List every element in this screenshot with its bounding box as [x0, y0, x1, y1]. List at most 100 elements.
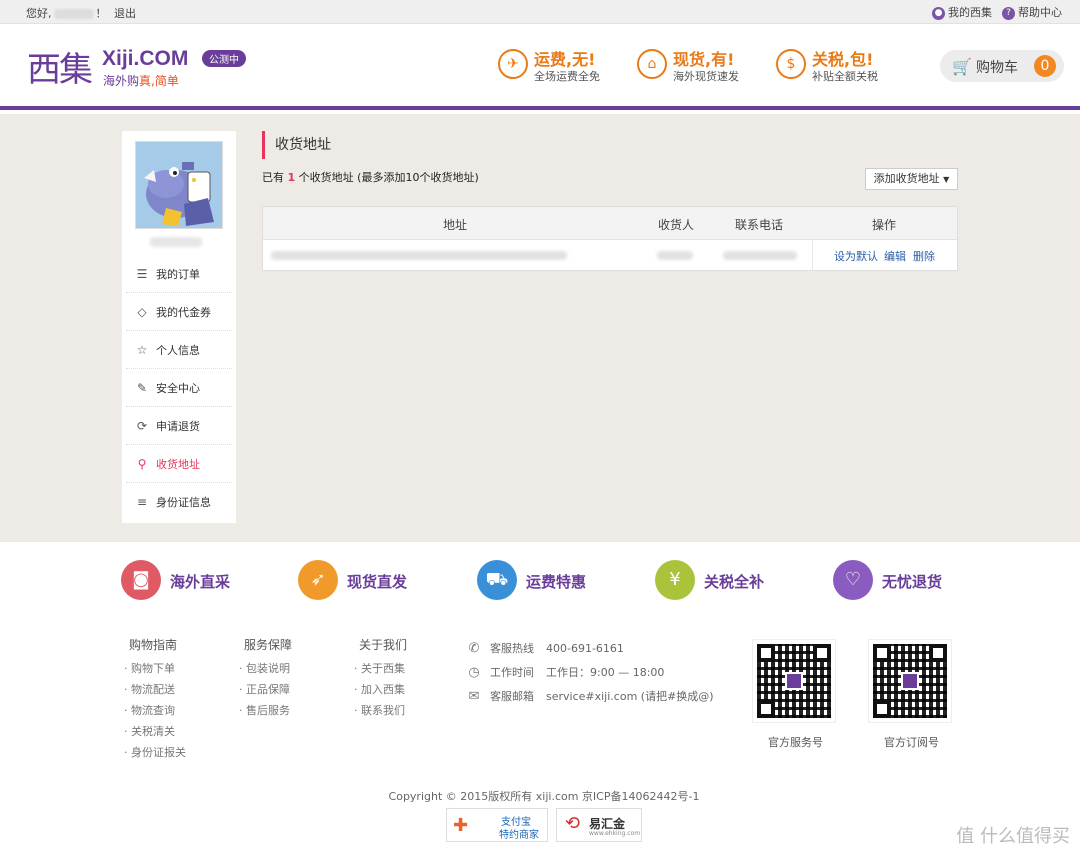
address-count-line: 已有 1 个收货地址 (最多添加10个收货地址)	[262, 169, 479, 185]
row-actions: 设为默认 编辑 删除	[812, 240, 958, 270]
edit-link[interactable]: 编辑	[884, 248, 906, 264]
money-icon: $	[776, 49, 806, 79]
sidebar-item-coupons[interactable]: ◇ 我的代金券	[126, 293, 232, 331]
delete-link[interactable]: 删除	[913, 248, 935, 264]
plane-icon: ✈	[498, 49, 528, 79]
help-center-link[interactable]: ? 帮助中心	[1002, 4, 1062, 20]
top-bar: 您好, ！ 退出 ● 我的西集 ? 帮助中心	[0, 0, 1080, 24]
footer-link[interactable]: 身份证报关	[124, 744, 186, 765]
promo-title: 现货,有!	[673, 50, 735, 69]
my-xiji-link[interactable]: ● 我的西集	[932, 4, 992, 20]
sidebar-item-label: 安全中心	[156, 381, 200, 395]
feature-label: 运费特惠	[526, 573, 587, 591]
page-title: 收货地址	[262, 131, 331, 159]
footer-link[interactable]: 加入西集	[354, 681, 407, 702]
footer-link[interactable]: 物流查询	[124, 702, 186, 723]
edit-icon: ✎	[136, 380, 148, 395]
sidebar-item-profile[interactable]: ☆ 个人信息	[126, 331, 232, 369]
footer-column-title: 关于我们	[359, 638, 408, 652]
feature-label: 现货直发	[347, 573, 408, 591]
footer-link[interactable]: 联系我们	[354, 702, 407, 723]
site-header: 西集 Xiji.COM 公测中 海外购真,简单 ✈ 运费,无! 全场运费全免 ⌂…	[0, 24, 1080, 110]
sidebar-item-label: 个人信息	[156, 343, 200, 357]
feature-label: 海外直采	[170, 573, 231, 591]
logo-english: Xiji.COM	[102, 47, 189, 70]
logout-link[interactable]: 退出	[114, 7, 136, 20]
column-header-recipient: 收货人	[658, 218, 695, 232]
footer-column-title: 购物指南	[129, 638, 178, 652]
add-address-button[interactable]: 添加收货地址 ▼	[865, 168, 958, 190]
footer-features: ◙ 海外直采 ➶ 现货直发 ⛟ 运费特惠 ¥ 关税全补 ♡ 无忧退货	[0, 560, 1080, 610]
footer-column-shopping-guide: 购物指南 购物下单 物流配送 物流查询 关税清关 身份证报关	[124, 636, 186, 765]
qr-corner	[757, 644, 775, 662]
footer-link[interactable]: 包装说明	[239, 660, 292, 681]
copyright-text: Copyright © 2015版权所有 xiji.com 京ICP备14062…	[388, 790, 700, 803]
greeting-text: 您好,	[26, 7, 52, 20]
slogan-prefix: 海外购	[103, 74, 140, 88]
sidebar-item-security[interactable]: ✎ 安全中心	[126, 369, 232, 407]
greeting-end: ！	[95, 7, 107, 20]
add-address-label: 添加收货地址	[873, 172, 940, 185]
sidebar-item-orders[interactable]: ☰ 我的订单	[126, 255, 232, 293]
cart-icon: 🛒	[952, 57, 972, 76]
contact-label: 工作时间	[490, 666, 534, 679]
sidebar-item-returns[interactable]: ⟳ 申请退货	[126, 407, 232, 445]
sidebar-item-id-card[interactable]: ≡ 身份证信息	[126, 483, 232, 521]
alipay-badge-line2: 特约商家	[499, 830, 539, 841]
logo-chinese: 西集	[27, 50, 93, 90]
contact-value: 工作日：9:00 — 18:00	[546, 666, 665, 679]
ehking-badge-url: www.ehking.com	[589, 830, 641, 837]
qr-label-service: 官方服务号	[768, 736, 823, 749]
qr-corner	[929, 644, 947, 662]
username-redacted	[150, 237, 202, 247]
qr-corner	[873, 700, 891, 718]
qr-code-subscription	[869, 640, 951, 722]
rhino-mascot-image	[136, 142, 222, 228]
alipay-badge[interactable]: ✚ 支付宝 特约商家	[446, 808, 548, 842]
contact-hotline: ✆ 客服热线 400-691-6161	[464, 636, 714, 660]
column-header-phone: 联系电话	[735, 218, 784, 232]
footer-link[interactable]: 物流配送	[124, 681, 186, 702]
footer-link[interactable]: 售后服务	[239, 702, 292, 723]
ehking-badge[interactable]: ⟲ 易汇金 www.ehking.com	[556, 808, 642, 842]
contact-hours: ◷ 工作时间 工作日：9:00 — 18:00	[464, 660, 714, 684]
footer-link[interactable]: 关税清关	[124, 723, 186, 744]
footer-contact: ✆ 客服热线 400-691-6161 ◷ 工作时间 工作日：9:00 — 18…	[464, 636, 714, 708]
promo-in-stock: ⌂ 现货,有! 海外现货速发	[637, 46, 767, 86]
sidebar-menu: ☰ 我的订单 ◇ 我的代金券 ☆ 个人信息 ✎ 安全中心 ⟳ 申请退货 ⚲ 收货地址 ≡ 身份…	[126, 255, 232, 521]
feature-label: 关税全补	[704, 573, 765, 591]
promo-subtitle: 全场运费全免	[534, 70, 600, 83]
set-default-link[interactable]: 设为默认	[834, 248, 878, 264]
sidebar-item-addresses[interactable]: ⚲ 收货地址	[126, 445, 232, 483]
footer-link[interactable]: 购物下单	[124, 660, 186, 681]
sidebar-item-label: 身份证信息	[156, 496, 211, 509]
truck-icon: ⛟	[477, 560, 517, 600]
ehking-logo-icon: ⟲	[565, 813, 581, 834]
mail-icon: ✉	[468, 688, 480, 704]
contact-value: 400-691-6161	[546, 641, 624, 655]
gift-icon: ⌂	[637, 49, 667, 79]
promo-free-shipping: ✈ 运费,无! 全场运费全免	[498, 46, 628, 86]
user-icon: ●	[932, 6, 945, 20]
footer-link[interactable]: 关于西集	[354, 660, 407, 681]
greeting-area: 您好, ！ 退出	[26, 5, 136, 21]
contact-email: ✉ 客服邮箱 service#xiji.com (请把#换成@)	[464, 684, 714, 708]
puzzle-icon: ✚	[453, 815, 469, 836]
promo-subtitle: 补贴全额关税	[812, 70, 878, 83]
footer-link[interactable]: 正品保障	[239, 681, 292, 702]
phone-icon: ✆	[468, 640, 480, 656]
piggy-bank-icon: ¥	[655, 560, 695, 600]
sidebar-item-label: 收货地址	[156, 457, 200, 471]
help-icon: ?	[1002, 6, 1015, 20]
cart-button[interactable]: 🛒 购物车 0	[940, 50, 1064, 82]
recipient-redacted	[657, 251, 693, 260]
contact-value: service#xiji.com (请把#换成@)	[546, 690, 714, 703]
footer-column-service: 服务保障 包装说明 正品保障 售后服务	[239, 636, 292, 723]
logo-slogan: 海外购真,简单	[103, 72, 179, 89]
qr-logo	[901, 672, 919, 690]
count-prefix: 已有	[262, 171, 284, 184]
rocket-icon: ➶	[298, 560, 338, 600]
cart-count-badge: 0	[1034, 55, 1056, 77]
column-header-actions: 操作	[872, 218, 897, 232]
sidebar-item-label: 我的订单	[156, 267, 200, 281]
